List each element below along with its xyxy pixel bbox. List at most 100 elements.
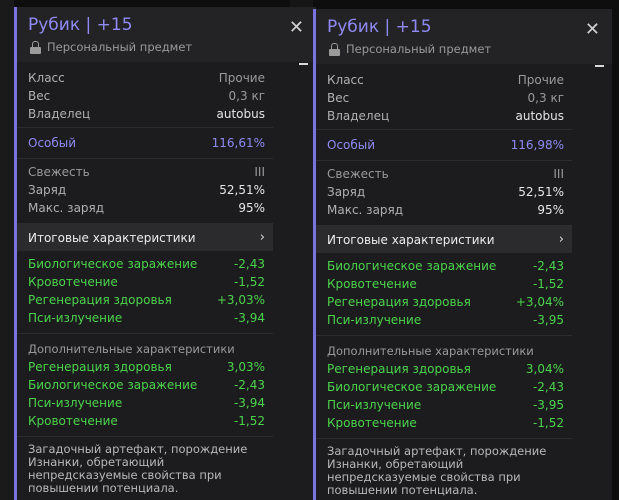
- stat-value: -1,52: [532, 416, 564, 430]
- summary-label: Итоговые характеристики: [327, 232, 495, 247]
- collapse-icon[interactable]: [299, 63, 308, 65]
- stat-value: -2,43: [532, 380, 564, 394]
- stat-value: autobus: [515, 109, 564, 123]
- property-row: Вес 0,3 кг: [28, 87, 265, 105]
- stat-value: +3,04%: [515, 295, 564, 309]
- stat-label: Кровотечение: [28, 414, 118, 428]
- tooltip-header: Рубик | +15 ✕ Персональный предмет: [316, 9, 612, 64]
- stat-label: Заряд: [28, 183, 67, 197]
- total-stat-row: Биологическое заражение -2,43: [28, 255, 265, 273]
- stat-value: Прочие: [218, 71, 265, 85]
- stat-label: Регенерация здоровья: [28, 293, 172, 307]
- extra-stat-row: Пси-излучение -3,95: [327, 396, 564, 414]
- stat-value: 95%: [537, 203, 564, 217]
- stat-value: -1,52: [532, 277, 564, 291]
- stat-label: Пси-излучение: [327, 398, 422, 412]
- stat-label: Свежесть: [327, 167, 389, 181]
- stat-value: 52,51%: [518, 185, 564, 199]
- summary-label: Итоговые характеристики: [28, 230, 196, 245]
- total-stat-row: Регенерация здоровья +3,04%: [327, 293, 564, 311]
- tooltip-header: Рубик | +15 ✕ Персональный предмет: [17, 7, 316, 62]
- stat-value: autobus: [216, 107, 265, 121]
- close-icon[interactable]: ✕: [289, 17, 304, 38]
- property-row: Владелец autobus: [28, 105, 265, 123]
- item-description: Загадочный артефакт, порождение Изнанки,…: [327, 444, 547, 497]
- extra-stat-row: Регенерация здоровья 3,03%: [28, 358, 265, 376]
- lock-icon: [30, 40, 41, 54]
- stat-label: Биологическое заражение: [28, 378, 198, 392]
- extras-section: Дополнительные характеристики Регенерация…: [316, 336, 572, 439]
- state-section: Свежесть III Заряд 52,51% Макс. заряд 95%: [316, 161, 572, 226]
- chevron-right-icon: ›: [558, 232, 564, 247]
- state-row: Макс. заряд 95%: [327, 201, 564, 219]
- rarity-section: Особый 116,61%: [17, 128, 273, 159]
- item-tooltip: Рубик | +15 ✕ Персональный предмет Класс Про…: [313, 9, 612, 500]
- extras-heading: Дополнительные характеристики: [327, 344, 534, 358]
- item-tooltip: Рубик | +15 ✕ Персональный предмет Класс Про…: [14, 7, 316, 500]
- tooltip-content: Класс Прочие Вес 0,3 кг Владелец autobus Особы…: [316, 69, 572, 497]
- close-icon[interactable]: ✕: [585, 19, 600, 40]
- extra-stat-row: Кровотечение -1,52: [28, 412, 265, 430]
- subtitle-text: Персональный предмет: [346, 42, 492, 56]
- collapse-icon[interactable]: [595, 65, 604, 67]
- subtitle-text: Персональный предмет: [47, 40, 193, 54]
- stat-value: -1,52: [233, 414, 265, 428]
- stat-label: Особый: [327, 138, 376, 152]
- item-subtitle: Персональный предмет: [30, 40, 192, 54]
- stat-value: 3,03%: [226, 360, 265, 374]
- background-panel: [0, 0, 14, 500]
- extra-stat-row: Биологическое заражение -2,43: [28, 376, 265, 394]
- state-row: Свежесть III: [327, 165, 564, 183]
- stat-label: Кровотечение: [327, 416, 417, 430]
- stat-value: 116,98%: [510, 138, 564, 152]
- stat-label: Заряд: [327, 185, 366, 199]
- stat-label: Регенерация здоровья: [327, 362, 471, 376]
- stat-label: Владелец: [327, 109, 390, 123]
- state-row: Макс. заряд 95%: [28, 199, 265, 217]
- stat-value: -3,94: [233, 311, 265, 325]
- stat-value: III: [254, 165, 265, 179]
- summary-toggle[interactable]: Итоговые характеристики ›: [316, 226, 572, 253]
- property-row: Владелец autobus: [327, 107, 564, 125]
- extra-stat-row: Пси-излучение -3,94: [28, 394, 265, 412]
- stat-value: 116,61%: [211, 136, 265, 150]
- stat-label: Кровотечение: [28, 275, 118, 289]
- stat-label: Класс: [28, 71, 65, 85]
- item-title: Рубик | +15: [327, 17, 432, 37]
- rarity-row: Особый 116,98%: [327, 136, 564, 154]
- total-stat-row: Регенерация здоровья +3,03%: [28, 291, 265, 309]
- stat-label: Особый: [28, 136, 77, 150]
- stat-value: Прочие: [517, 73, 564, 87]
- stat-label: Пси-излучение: [327, 313, 422, 327]
- rarity-section: Особый 116,98%: [316, 130, 572, 161]
- totals-section: Биологическое заражение -2,43 Кровотечение…: [17, 251, 273, 334]
- stat-value: 52,51%: [219, 183, 265, 197]
- property-row: Вес 0,3 кг: [327, 89, 564, 107]
- stat-label: Вес: [28, 89, 51, 103]
- extra-stat-row: Биологическое заражение -2,43: [327, 378, 564, 396]
- stat-label: Свежесть: [28, 165, 90, 179]
- stat-value: -1,52: [233, 275, 265, 289]
- stat-value: III: [553, 167, 564, 181]
- stat-value: -3,95: [532, 313, 564, 327]
- state-section: Свежесть III Заряд 52,51% Макс. заряд 95%: [17, 159, 273, 224]
- extra-stat-row: Кровотечение -1,52: [327, 414, 564, 432]
- totals-section: Биологическое заражение -2,43 Кровотечение…: [316, 253, 572, 336]
- stat-label: Пси-излучение: [28, 396, 123, 410]
- stat-value: -3,95: [532, 398, 564, 412]
- item-subtitle: Персональный предмет: [329, 42, 491, 56]
- chevron-right-icon: ›: [259, 230, 265, 245]
- state-row: Заряд 52,51%: [327, 183, 564, 201]
- stat-label: Кровотечение: [327, 277, 417, 291]
- total-stat-row: Пси-излучение -3,94: [28, 309, 265, 327]
- stat-value: 95%: [238, 201, 265, 215]
- stat-label: Регенерация здоровья: [28, 360, 172, 374]
- state-row: Свежесть III: [28, 163, 265, 181]
- lock-icon: [329, 42, 340, 56]
- state-row: Заряд 52,51%: [28, 181, 265, 199]
- item-title: Рубик | +15: [28, 15, 133, 35]
- tooltip-content: Класс Прочие Вес 0,3 кг Владелец autobus Особы…: [17, 67, 273, 495]
- summary-toggle[interactable]: Итоговые характеристики ›: [17, 224, 273, 251]
- property-row: Класс Прочие: [28, 69, 265, 87]
- rarity-row: Особый 116,61%: [28, 134, 265, 152]
